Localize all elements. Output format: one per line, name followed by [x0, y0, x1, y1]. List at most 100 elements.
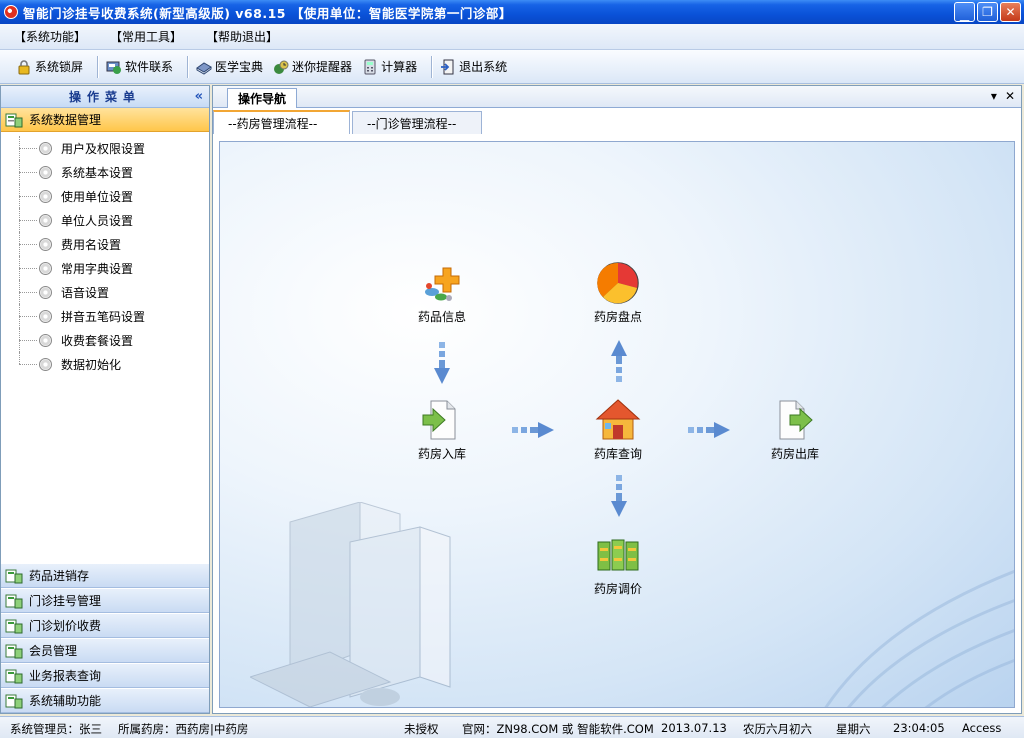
title-bar: 智能门诊挂号收费系统(新型高级版) v68.15 【使用单位：智能医学院第一门诊… [0, 0, 1024, 24]
lock-icon [18, 59, 30, 74]
computer-illustration-icon [250, 502, 451, 707]
document-tab-bar: 操作导航 ▾ ✕ [213, 86, 1021, 108]
app-icon[interactable] [4, 5, 18, 19]
group-label: 会员管理 [29, 644, 78, 658]
minimize-icon: ▁ [959, 8, 970, 22]
module-icon [5, 644, 23, 658]
tree-item-fee-names[interactable]: 费用名设置 [1, 232, 209, 256]
document-in-icon [422, 400, 456, 440]
exit-icon [441, 59, 454, 74]
tree-item-dictionary[interactable]: 常用字典设置 [1, 256, 209, 280]
item-bullet-icon [39, 261, 52, 275]
calculator-button[interactable]: 计算器 [360, 55, 425, 79]
lock-screen-label: 系统锁屏 [35, 60, 84, 74]
tree-item-label: 数据初始化 [61, 357, 122, 372]
group-business-reports[interactable]: 业务报表查询 [1, 663, 209, 688]
lock-screen-button[interactable]: 系统锁屏 [14, 55, 91, 79]
close-button[interactable]: ✕ [1000, 2, 1021, 22]
mini-reminder-label: 迷你提醒器 [292, 60, 353, 74]
menu-help-exit[interactable]: 【帮助退出】 [192, 28, 288, 45]
tree-item-label: 系统基本设置 [61, 165, 134, 180]
module-icon [5, 113, 23, 127]
tree-item-pinyin-wubi[interactable]: 拼音五笔码设置 [1, 304, 209, 328]
group-outpatient-registration[interactable]: 门诊挂号管理 [1, 588, 209, 613]
tree-item-label: 语音设置 [61, 285, 110, 300]
tree-item-data-init[interactable]: 数据初始化 [1, 352, 209, 376]
group-member-management[interactable]: 会员管理 [1, 638, 209, 663]
tab-close-icon[interactable]: ✕ [1005, 89, 1015, 103]
flow-node-pharmacy-stocktake[interactable]: 药房盘点 [573, 260, 663, 325]
flow-node-label: 药房调价 [593, 582, 642, 596]
group-label: 系统数据管理 [29, 113, 102, 127]
toolbar-separator [97, 55, 99, 78]
contact-label: 软件联系 [125, 60, 174, 74]
flow-node-pharmacy-stockin[interactable]: 药房入库 [397, 397, 487, 462]
group-outpatient-billing[interactable]: 门诊划价收费 [1, 613, 209, 638]
arrow-down-icon [611, 475, 627, 517]
flow-node-label: 药品信息 [417, 310, 466, 324]
group-label: 业务报表查询 [29, 669, 102, 683]
item-bullet-icon [39, 141, 52, 155]
tree-item-staff-settings[interactable]: 单位人员设置 [1, 208, 209, 232]
flow-node-label: 药房入库 [417, 447, 466, 461]
main-content-panel: 操作导航 ▾ ✕ --药房管理流程-- --门诊管理流程-- 药品信息 药房盘点… [212, 85, 1022, 714]
tree-item-label: 费用名设置 [61, 237, 122, 252]
exit-system-button[interactable]: 退出系统 [438, 55, 515, 79]
flow-node-pharmacy-price-adjust[interactable]: 药房调价 [573, 532, 663, 597]
contact-button[interactable]: 软件联系 [104, 55, 181, 79]
item-bullet-icon [39, 333, 52, 347]
flow-node-warehouse-query[interactable]: 药库查询 [573, 397, 663, 462]
group-system-auxiliary[interactable]: 系统辅助功能 [1, 688, 209, 713]
reminder-icon [274, 60, 289, 74]
status-time: 23:04:05 [893, 721, 945, 735]
collapse-panel-button[interactable]: « [195, 89, 203, 104]
document-out-icon [779, 400, 813, 440]
status-license: 未授权 [404, 722, 439, 736]
calculator-icon [364, 59, 376, 74]
menu-common-tools[interactable]: 【常用工具】 [96, 28, 192, 45]
group-system-data-management[interactable]: 系统数据管理 [1, 108, 209, 132]
book-icon [196, 61, 212, 75]
mini-reminder-button[interactable]: 迷你提醒器 [271, 55, 360, 79]
module-icon [5, 594, 23, 608]
status-date: 2013.07.13 [661, 721, 727, 735]
pie-chart-icon [597, 262, 639, 304]
arrow-up-icon [611, 340, 627, 382]
tab-controls: ▾ ✕ [991, 89, 1015, 103]
group-drug-inventory[interactable]: 药品进销存 [1, 563, 209, 588]
minimize-button[interactable]: ▁ [954, 2, 975, 22]
tab-outpatient-flow[interactable]: --门诊管理流程-- [352, 111, 482, 134]
arrow-right-icon [512, 422, 554, 438]
tab-menu-icon[interactable]: ▾ [991, 89, 997, 103]
item-bullet-icon [39, 309, 52, 323]
arrow-right-icon [688, 422, 730, 438]
restore-button[interactable]: ❐ [977, 2, 998, 22]
tree-item-user-permissions[interactable]: 用户及权限设置 [1, 136, 209, 160]
tree-item-unit-settings[interactable]: 使用单位设置 [1, 184, 209, 208]
item-bullet-icon [39, 189, 52, 203]
tree-item-system-basic[interactable]: 系统基本设置 [1, 160, 209, 184]
flow-node-label: 药库查询 [593, 447, 642, 461]
menu-bar: 【系统功能】 【常用工具】 【帮助退出】 [0, 24, 1024, 50]
medicine-icon [425, 267, 460, 301]
tab-operation-navigation[interactable]: 操作导航 [227, 88, 298, 108]
module-icon [5, 619, 23, 633]
flow-node-drug-info[interactable]: 药品信息 [397, 260, 487, 325]
tree-item-fee-package[interactable]: 收费套餐设置 [1, 328, 209, 352]
flow-node-pharmacy-stockout[interactable]: 药房出库 [750, 397, 840, 462]
menu-system-functions[interactable]: 【系统功能】 [0, 28, 96, 45]
tab-pharmacy-flow[interactable]: --药房管理流程-- [213, 110, 350, 134]
medical-dictionary-button[interactable]: 医学宝典 [194, 55, 271, 79]
tree-item-label: 收费套餐设置 [61, 333, 134, 348]
status-pharmacy: 所属药房：西药房|中药房 [118, 722, 249, 736]
module-groups: 药品进销存 门诊挂号管理 门诊划价收费 会员管理 业务报表查询 系统辅助功能 [1, 563, 209, 713]
house-icon [595, 399, 641, 440]
exit-system-label: 退出系统 [459, 60, 508, 74]
tree-item-voice[interactable]: 语音设置 [1, 280, 209, 304]
operation-menu-title: 操作菜单 [68, 90, 141, 104]
arrow-down-icon [434, 342, 450, 384]
restore-icon: ❐ [982, 5, 993, 19]
toolbar-separator [431, 55, 433, 78]
operation-menu-header: 操作菜单 « [1, 86, 209, 108]
status-weekday: 星期六 [836, 722, 871, 736]
